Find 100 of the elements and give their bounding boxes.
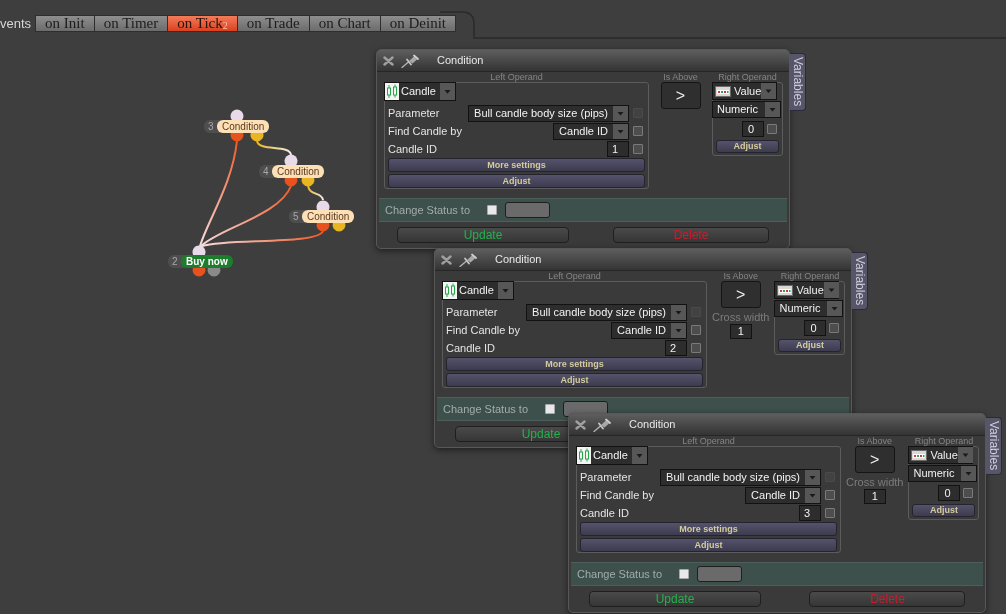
pin-icon[interactable] [459,252,477,267]
caret-icon [497,282,513,299]
option-button[interactable]: More settings [580,522,837,536]
caret-icon [765,102,780,117]
source-select[interactable]: Candle [576,446,648,465]
source-select[interactable]: Candle [442,281,514,300]
output-port-icon[interactable] [207,268,221,277]
source-select[interactable]: Value [774,281,840,299]
select-field[interactable]: Bull candle body size (pips) [526,303,687,321]
output-port-icon[interactable] [192,268,206,277]
select-field[interactable]: Bull candle body size (pips) [660,468,821,486]
section-heading: Left Operand [547,271,602,281]
select-field[interactable]: Numeric [908,465,978,482]
connector-line [307,185,324,201]
option-button[interactable]: More settings [388,158,645,172]
option-button[interactable]: More settings [446,357,703,371]
candlestick-icon [443,282,457,299]
input-port-icon[interactable] [316,200,330,210]
variables-tab[interactable]: Variables [852,252,869,310]
option-button[interactable]: Adjust [716,140,779,153]
input-field[interactable]: 0 [804,320,827,336]
pin-icon[interactable] [593,417,611,432]
color-field[interactable] [505,202,550,218]
input-field[interactable]: 0 [742,121,764,137]
select-field[interactable]: Numeric [712,101,781,118]
input-port-icon[interactable] [192,245,206,255]
output-port-icon[interactable] [301,178,315,187]
option-button[interactable]: Adjust [778,339,842,352]
color-field[interactable] [697,566,742,582]
node-label[interactable]: Condition [217,120,270,133]
close-icon[interactable] [441,254,452,265]
option-button[interactable]: Adjust [446,373,703,387]
input-field[interactable]: 0 [938,485,961,501]
tab[interactable]: on Chart [309,16,380,31]
checkbox[interactable] [545,404,555,414]
source-select[interactable]: Value [712,82,777,100]
variables-tab[interactable]: Variables [790,53,806,111]
operator-select[interactable]: > [720,281,761,308]
checkbox[interactable] [691,343,701,353]
close-icon[interactable] [383,55,394,66]
output-port-icon[interactable] [332,223,346,232]
tab[interactable]: on Init [36,16,94,31]
operator-select[interactable]: > [854,446,895,473]
option-button[interactable]: Adjust [912,504,976,517]
operator-select[interactable]: > [660,82,701,109]
node-label[interactable]: Condition [272,165,325,178]
input-field[interactable]: 2 [665,340,687,356]
output-port-icon[interactable] [230,133,244,142]
section-heading: Right Operand [779,271,841,281]
node-label[interactable]: Condition [302,210,355,223]
tab[interactable]: on Deinit [380,16,455,31]
caret-icon [631,447,647,464]
input-port-icon[interactable] [284,154,298,165]
checkbox[interactable] [767,124,777,134]
output-port-icon[interactable] [250,133,264,142]
variables-tab[interactable]: Variables [986,417,1003,475]
input-field[interactable]: 3 [799,505,821,521]
field-label: Change Status to [385,202,470,218]
tab[interactable]: on Tick$_{2}$ [168,16,237,31]
output-port-icon[interactable] [316,223,330,232]
select-field[interactable]: Candle ID [553,122,629,140]
source-select[interactable]: Value [908,446,974,464]
checkbox[interactable] [825,490,835,500]
option-button[interactable]: Adjust [580,538,837,552]
checkbox[interactable] [825,508,835,518]
select-field[interactable]: Candle ID [745,486,821,504]
field-label: Candle ID [580,505,630,521]
select-field[interactable]: Candle ID [611,321,687,339]
number-card-icon [911,449,928,461]
checkbox[interactable] [679,569,689,579]
node-label[interactable]: Buy now [181,255,233,268]
input-field[interactable]: 1 [607,141,629,157]
candlestick-icon [577,447,591,464]
pin-icon[interactable] [401,53,419,68]
select-field[interactable]: Numeric [774,300,844,317]
close-icon[interactable] [575,419,586,430]
caret-icon [439,83,455,100]
checkbox[interactable] [633,144,643,154]
section-heading: Right Operand [913,436,975,446]
field-label: Change Status to [443,401,528,417]
checkbox[interactable] [691,325,701,335]
checkbox[interactable] [829,323,840,333]
tab[interactable]: on Trade [237,16,309,31]
caret-icon [805,469,820,485]
update-button[interactable]: Update [397,227,569,243]
input-port-icon[interactable] [230,109,244,120]
select-field[interactable]: Bull candle body size (pips) [468,104,629,122]
checkbox[interactable] [487,205,497,215]
checkbox[interactable] [633,126,643,136]
candlestick-icon [385,83,399,100]
input-field[interactable]: 1 [729,324,752,339]
output-port-icon[interactable] [284,178,298,187]
tab[interactable]: on Timer [94,16,168,31]
checkbox[interactable] [963,488,974,498]
option-button[interactable]: Adjust [388,174,645,188]
update-button[interactable]: Update [589,591,761,607]
section-heading: Right Operand [717,72,778,82]
input-field[interactable]: 1 [863,489,886,504]
caret-icon [961,466,977,481]
source-select[interactable]: Candle [384,82,456,101]
